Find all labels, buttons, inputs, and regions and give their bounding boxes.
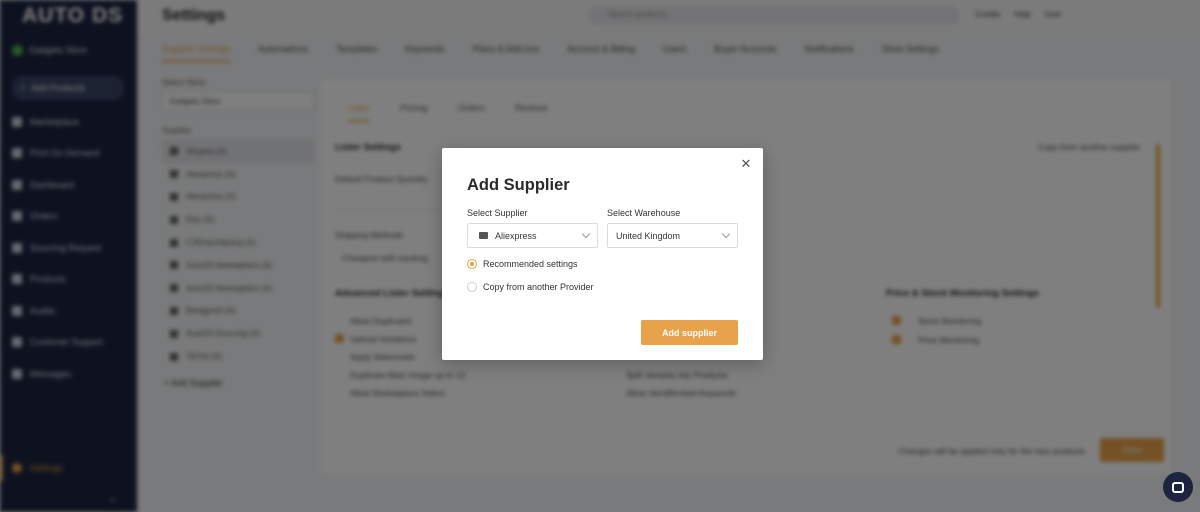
modal-title: Add Supplier [467, 176, 570, 194]
supplier-select[interactable]: Aliexpress [467, 223, 598, 248]
warehouse-select-value: United Kingdom [616, 230, 681, 241]
select-warehouse-label: Select Warehouse [607, 208, 681, 218]
chat-launcher-button[interactable] [1163, 472, 1193, 502]
warehouse-select[interactable]: United Kingdom [607, 223, 738, 248]
select-supplier-label: Select Supplier [467, 208, 528, 218]
supplier-select-value: Aliexpress [495, 230, 537, 241]
chevron-down-icon [581, 229, 591, 239]
supplier-logo-icon [479, 232, 488, 239]
add-supplier-button[interactable]: Add supplier [641, 320, 738, 345]
option-copy-label: Copy from another Provider [483, 282, 594, 292]
option-recommended-settings[interactable]: Recommended settings [467, 259, 578, 269]
radio-recommended[interactable] [467, 259, 477, 269]
radio-copy[interactable] [467, 282, 477, 292]
option-recommended-label: Recommended settings [483, 259, 578, 269]
chat-icon [1172, 481, 1184, 493]
chevron-down-icon [721, 229, 731, 239]
add-supplier-modal: ✕ Add Supplier Select Supplier Aliexpres… [442, 148, 763, 360]
option-copy-provider[interactable]: Copy from another Provider [467, 282, 594, 292]
close-icon[interactable]: ✕ [739, 157, 753, 171]
